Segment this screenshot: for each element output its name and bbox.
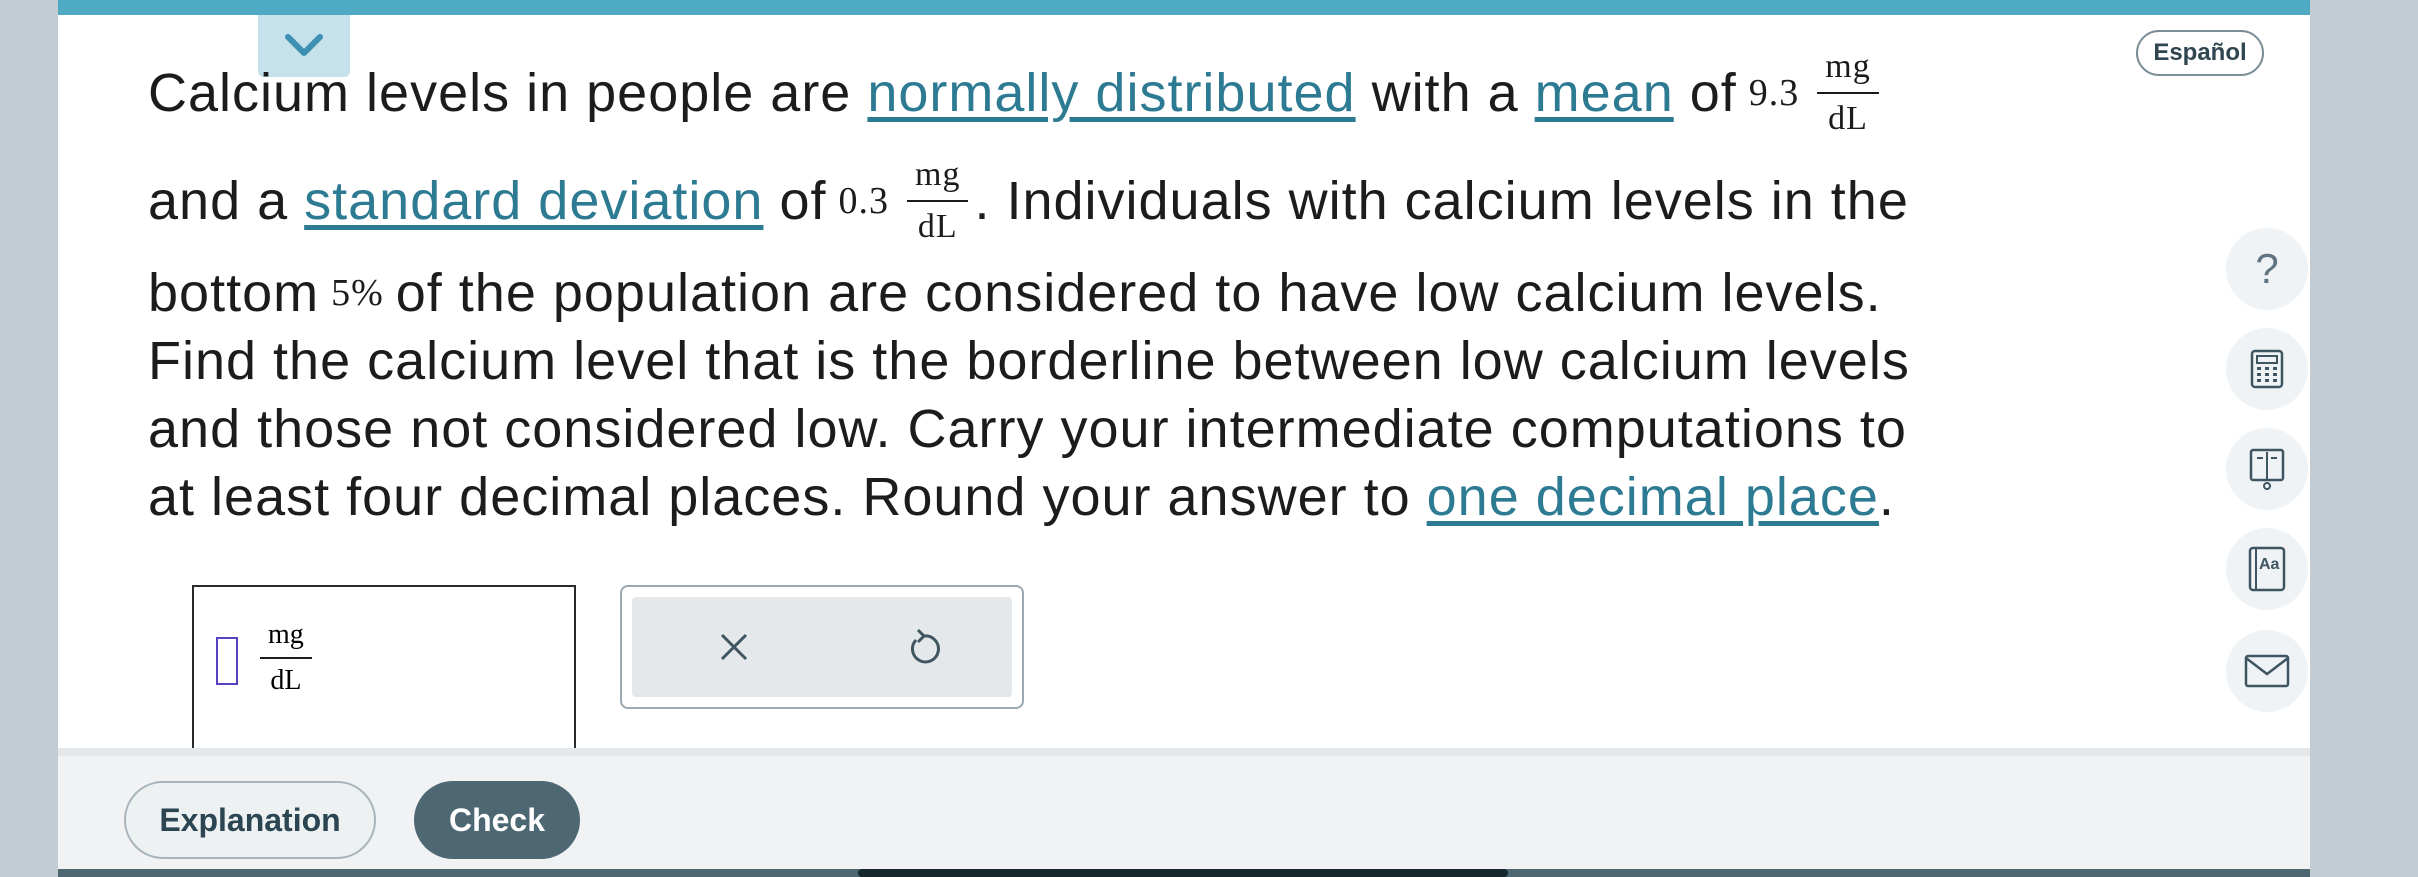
unit-denominator: dL: [270, 665, 302, 696]
question-line: Calcium levels in people are normally di…: [148, 48, 1885, 138]
mail-button[interactable]: [2226, 630, 2308, 712]
help-button[interactable]: ?: [2226, 228, 2308, 310]
calculator-button[interactable]: [2226, 328, 2308, 410]
mail-icon: [2244, 654, 2290, 688]
question-line: at least four decimal places. Round your…: [148, 462, 1895, 532]
footer-bar: Explanation Check: [58, 748, 2310, 877]
question-text-span: .: [1878, 467, 1895, 527]
glossary-button[interactable]: Aa: [2226, 528, 2308, 610]
question-line: bottom 5% of the population are consider…: [148, 258, 1882, 328]
calculator-icon: [2250, 349, 2284, 389]
question-panel: Español Calcium levels in people are nor…: [58, 0, 2310, 877]
question-text-span: of the population are considered to have…: [395, 263, 1882, 323]
bottom-scroll-handle[interactable]: [858, 869, 1508, 877]
data-table-icon: [2249, 448, 2285, 490]
data-table-button[interactable]: [2226, 428, 2308, 510]
unit-numerator: mg: [907, 158, 969, 202]
answer-input-field[interactable]: [216, 637, 238, 685]
clear-icon: [720, 633, 748, 661]
normally-distributed-link[interactable]: normally distributed: [867, 62, 1355, 124]
question-text-span: and a: [148, 171, 305, 231]
question-text-span: with a: [1355, 63, 1535, 123]
question-text-span: of: [1673, 63, 1737, 123]
undo-button[interactable]: [902, 625, 946, 669]
answer-tool-panel: [620, 585, 1024, 709]
answer-tool-panel-inner: [632, 597, 1012, 697]
unit-fraction: mg dL: [1817, 50, 1879, 137]
unit-denominator: dL: [917, 208, 958, 245]
question-text-span: of: [763, 171, 827, 231]
unit-fraction: mg dL: [907, 158, 969, 245]
left-margin: [0, 0, 58, 877]
clear-button[interactable]: [712, 625, 756, 669]
bottom-strip: [58, 869, 2310, 877]
top-accent-bar: [58, 0, 2310, 15]
unit-denominator: dL: [1828, 100, 1868, 137]
undo-icon: [911, 628, 940, 664]
glossary-label: Aa: [2259, 556, 2280, 573]
right-margin: [2310, 0, 2418, 877]
language-button[interactable]: Español: [2136, 30, 2264, 76]
sd-value: 0.3: [838, 180, 889, 222]
question-line: and those not considered low. Carry your…: [148, 399, 1907, 459]
help-icon: ?: [2255, 245, 2279, 292]
question-text-span: at least four decimal places. Round your…: [148, 467, 1427, 527]
one-decimal-place-link[interactable]: one decimal place: [1427, 466, 1879, 528]
mean-value: 9.3: [1748, 72, 1800, 114]
question-text-span: . Individuals with calcium levels in the: [974, 171, 1909, 231]
unit-numerator: mg: [260, 621, 312, 659]
question-line: Find the calcium level that is the borde…: [148, 331, 1910, 391]
mean-link[interactable]: mean: [1535, 62, 1674, 124]
answer-unit-fraction: mg dL: [260, 621, 312, 695]
unit-numerator: mg: [1817, 50, 1879, 94]
question-text-span: Calcium levels in people are: [148, 63, 868, 123]
check-button[interactable]: Check: [414, 781, 580, 859]
percent-value: 5%: [331, 272, 384, 314]
standard-deviation-link[interactable]: standard deviation: [304, 170, 763, 232]
question-text-span: bottom: [148, 263, 320, 323]
explanation-button[interactable]: Explanation: [124, 781, 376, 859]
question-line: and a standard deviation of 0.3 mg dL . …: [148, 156, 1909, 246]
